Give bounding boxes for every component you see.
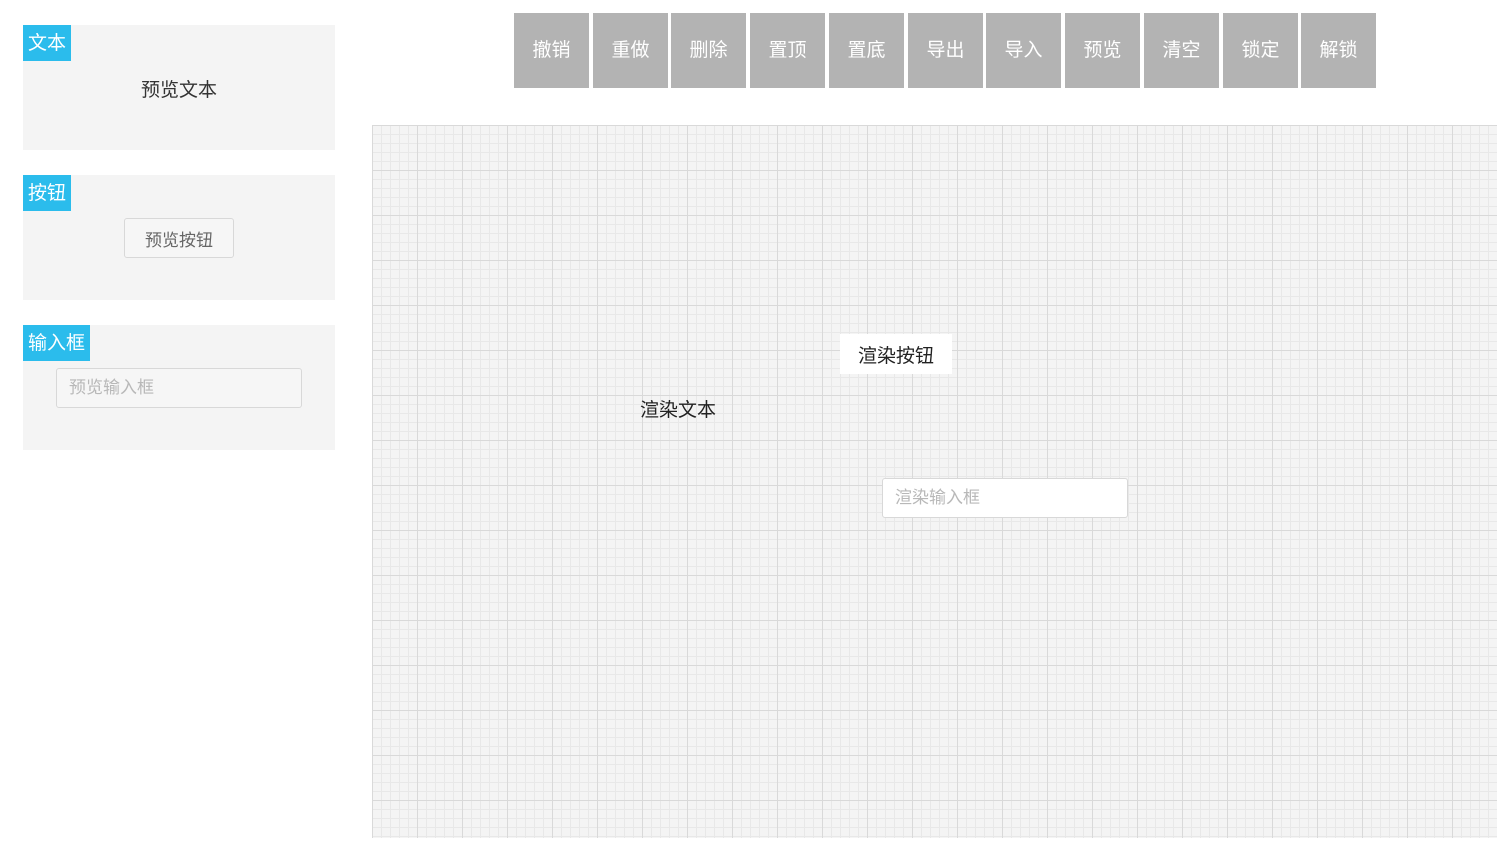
- redo-button[interactable]: 重做: [593, 13, 668, 88]
- import-button[interactable]: 导入: [986, 13, 1061, 88]
- palette-button-tag: 按钮: [23, 175, 72, 211]
- clear-button[interactable]: 清空: [1144, 13, 1219, 88]
- preview-mode-button[interactable]: 预览: [1065, 13, 1140, 88]
- export-button[interactable]: 导出: [908, 13, 983, 88]
- lock-button[interactable]: 锁定: [1223, 13, 1298, 88]
- palette-text-card[interactable]: 文本 预览文本: [23, 25, 335, 150]
- palette-button-card[interactable]: 按钮 预览按钮: [23, 175, 335, 300]
- design-canvas[interactable]: 渲染文本 渲染按钮: [372, 125, 1497, 838]
- undo-button[interactable]: 撤销: [514, 13, 589, 88]
- palette-text-tag: 文本: [23, 25, 72, 61]
- delete-button[interactable]: 删除: [671, 13, 746, 88]
- preview-input[interactable]: [56, 368, 302, 408]
- canvas-input-element[interactable]: [882, 478, 1128, 518]
- editor-root: 文本 预览文本 按钮 预览按钮 输入框 撤销 重做 删除 置顶 置底 导出 导入…: [0, 0, 1511, 857]
- palette-input-tag: 输入框: [23, 325, 91, 361]
- canvas-button-element[interactable]: 渲染按钮: [840, 334, 952, 374]
- bring-to-top-button[interactable]: 置顶: [750, 13, 825, 88]
- unlock-button[interactable]: 解锁: [1301, 13, 1376, 88]
- preview-button[interactable]: 预览按钮: [124, 218, 234, 258]
- palette-input-card[interactable]: 输入框: [23, 325, 335, 450]
- send-to-bottom-button[interactable]: 置底: [829, 13, 904, 88]
- preview-text[interactable]: 预览文本: [23, 75, 335, 102]
- canvas-text-element[interactable]: 渲染文本: [640, 395, 716, 422]
